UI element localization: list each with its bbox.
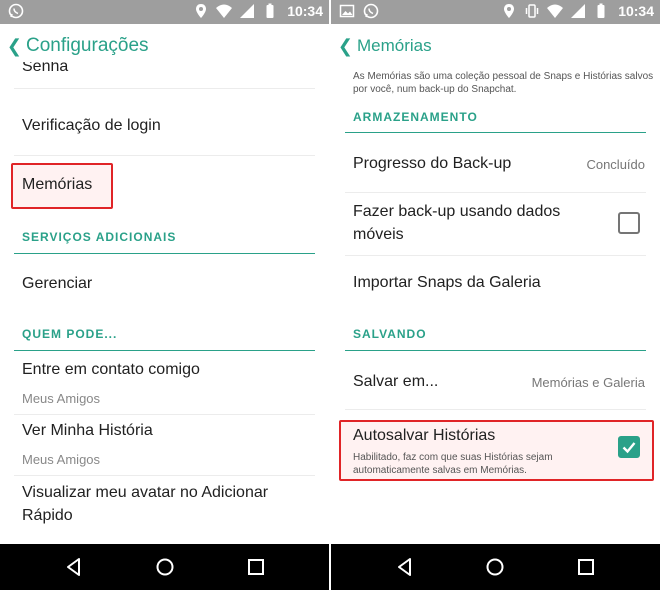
navigation-bar [0,544,329,590]
settings-item-avatar-line1[interactable]: Visualizar meu avatar no Adicionar [22,484,268,502]
page-title: Memórias [357,36,432,55]
clock: 10:34 [618,3,654,19]
location-icon [196,4,207,18]
backup-progress-value: Concluído [586,157,645,172]
recents-nav-icon[interactable] [246,557,266,577]
settings-item-contact-me[interactable]: Entre em contato comigo [22,361,200,379]
section-header-saving: SALVANDO [353,327,427,341]
divider [14,88,315,89]
divider [345,192,646,193]
section-header-additional-services: SERVIÇOS ADICIONAIS [22,230,177,244]
app-bar: ❮ Configurações [0,24,329,68]
backup-progress-label[interactable]: Progresso do Back-up [353,155,511,173]
memories-description-line2: por você, num back-up do Snapchat. [353,84,517,95]
signal-icon [240,4,255,18]
signal-icon [571,4,586,18]
divider [345,409,646,410]
vibrate-icon [525,4,539,18]
settings-screen: 10:34 ❮ Configurações Senha Verificação … [0,0,329,590]
home-nav-icon[interactable] [485,557,505,577]
whatsapp-icon [8,3,24,19]
clock: 10:34 [287,3,323,19]
divider [14,475,315,476]
recents-nav-icon[interactable] [576,557,596,577]
settings-item-avatar-line2[interactable]: Rápido [22,507,73,525]
navigation-bar [331,544,660,590]
divider [14,414,315,415]
battery-icon [597,3,605,18]
image-icon [339,4,355,18]
divider [14,350,315,351]
settings-item-memories[interactable]: Memórias [22,176,92,194]
settings-item-manage[interactable]: Gerenciar [22,275,92,293]
settings-item-view-story-value: Meus Amigos [22,452,101,467]
memories-description-line1: As Memórias são uma coleção pessoal de S… [353,71,654,82]
wifi-icon [547,4,564,18]
divider [14,253,315,254]
import-gallery-snaps[interactable]: Importar Snaps da Galeria [353,274,541,292]
backup-mobile-data-checkbox[interactable] [618,212,640,234]
section-header-who-can: QUEM PODE... [22,327,118,341]
autosave-stories-desc-line1: Habilitado, faz com que suas Histórias s… [353,452,553,463]
check-icon [622,442,636,454]
chevron-left-icon[interactable]: ❮ [331,37,353,55]
back-nav-icon[interactable] [64,557,84,577]
settings-item-login-verification[interactable]: Verificação de login [22,117,161,135]
divider [345,350,646,351]
status-bar: 10:34 [331,0,660,24]
divider [345,255,646,256]
save-to-label[interactable]: Salvar em... [353,373,438,391]
save-to-value: Memórias e Galeria [531,375,645,390]
autosave-stories-desc-line2: automaticamente salvas em Memórias. [353,465,527,476]
divider [345,132,646,133]
location-icon [504,4,515,18]
autosave-stories-label[interactable]: Autosalvar Histórias [353,427,495,445]
back-nav-icon[interactable] [395,557,415,577]
backup-mobile-data-label-line2[interactable]: móveis [353,226,404,244]
chevron-left-icon[interactable]: ❮ [0,37,22,55]
divider [14,155,315,156]
memories-screen: 10:34 ❮ Memórias As Memórias são uma col… [331,0,660,590]
section-header-storage: ARMAZENAMENTO [353,110,478,124]
page-title: Configurações [26,35,149,56]
whatsapp-icon [363,3,379,19]
settings-item-view-story[interactable]: Ver Minha História [22,422,153,440]
app-bar: ❮ Memórias [331,24,660,68]
status-bar: 10:34 [0,0,329,24]
battery-icon [266,3,274,18]
autosave-stories-checkbox[interactable] [618,436,640,458]
settings-item-contact-me-value: Meus Amigos [22,391,101,406]
backup-mobile-data-label-line1[interactable]: Fazer back-up usando dados [353,203,560,221]
wifi-icon [216,4,233,18]
home-nav-icon[interactable] [155,557,175,577]
